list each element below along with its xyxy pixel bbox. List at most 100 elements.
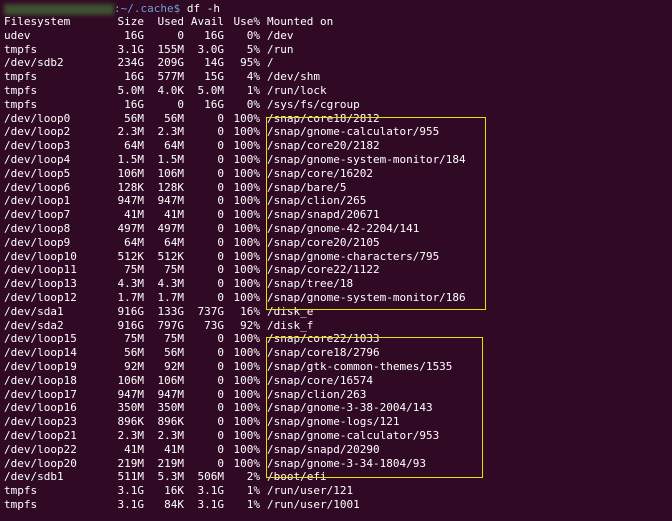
cell-used: 350M xyxy=(157,401,185,415)
cell-filesystem: /dev/loop13 xyxy=(4,277,77,291)
df-row: tmpfs 5.0M 4.0K 5.0M 1% /run/lock xyxy=(4,84,466,98)
cell-mount-point: /run xyxy=(267,42,294,56)
cell-use-percent: 100% xyxy=(233,346,261,360)
cell-used: 128K xyxy=(157,180,185,194)
cell-size: 128K xyxy=(117,180,145,194)
cell-used: 92M xyxy=(164,359,184,373)
cell-used: 133G xyxy=(157,304,185,318)
cell-size: 511M xyxy=(117,470,145,484)
cell-avail: 0 xyxy=(217,249,224,263)
cell-mount-point: /snap/core/16574 xyxy=(267,373,373,387)
df-row: tmpfs 16G 577M 15G 4% /dev/shm xyxy=(4,70,466,84)
cell-mount-point: /snap/gnome-calculator/953 xyxy=(267,428,440,442)
cell-used: 4.3M xyxy=(157,277,185,291)
cell-mount-point: /snap/snapd/20671 xyxy=(267,208,380,222)
cell-filesystem: /dev/loop7 xyxy=(4,208,71,222)
df-row: /dev/loop4 1.5M 1.5M 0 100% /snap/gnome-syste… xyxy=(4,153,466,167)
cell-use-percent: 100% xyxy=(233,373,261,387)
df-row: /dev/loop18 106M 106M 0 100% /snap/core/16574 xyxy=(4,374,466,388)
cell-size: 3.1G xyxy=(117,42,145,56)
cell-size: 16G xyxy=(124,97,144,111)
cell-avail: 0 xyxy=(217,139,224,153)
cell-size: 916G xyxy=(117,318,145,332)
cell-mount-point: /snap/bare/5 xyxy=(267,180,347,194)
cell-mount-point: /snap/core/16202 xyxy=(267,166,373,180)
cell-mount-point: / xyxy=(267,56,274,70)
cell-size: 5.0M xyxy=(117,83,145,97)
cell-use-percent: 1% xyxy=(246,497,260,511)
cell-mount-point: /snap/core22/1033 xyxy=(267,332,380,346)
cell-size: 16G xyxy=(124,70,144,84)
cell-avail: 16G xyxy=(204,28,224,42)
cell-use-percent: 100% xyxy=(233,208,261,222)
cell-used: 16K xyxy=(164,484,184,498)
cell-used: 106M xyxy=(157,373,185,387)
prompt-path: :~/.cache$ xyxy=(114,2,181,15)
cell-used: 0 xyxy=(177,97,184,111)
cell-filesystem: /dev/loop22 xyxy=(4,442,77,456)
cell-size: 4.3M xyxy=(117,277,145,291)
df-row: /dev/loop23 896K 896K 0 100% /snap/gnome-logs… xyxy=(4,415,466,429)
redacted-user-host xyxy=(4,3,114,15)
cell-size: 56M xyxy=(124,111,144,125)
df-row: /dev/loop15 75M 75M 0 100% /snap/core22/1033 xyxy=(4,332,466,346)
cell-mount-point: /snap/gnome-42-2204/141 xyxy=(267,221,420,235)
cell-avail: 0 xyxy=(217,359,224,373)
header-filesystem: Filesystem xyxy=(4,15,71,28)
cell-size: 2.3M xyxy=(117,428,145,442)
cell-size: 896K xyxy=(117,415,145,429)
cell-use-percent: 100% xyxy=(233,152,261,166)
df-row: udev 16G 0 16G 0% /dev xyxy=(4,29,466,43)
cell-use-percent: 100% xyxy=(233,442,261,456)
df-row: /dev/sdb2 234G 209G 14G 95% / xyxy=(4,56,466,70)
df-row: tmpfs 3.1G 84K 3.1G 1% /run/user/1001 xyxy=(4,498,466,512)
cell-use-percent: 4% xyxy=(246,70,260,84)
cell-size: 512K xyxy=(117,249,145,263)
cell-avail: 0 xyxy=(217,194,224,208)
header-avail: Avail xyxy=(190,15,224,28)
cell-use-percent: 16% xyxy=(240,304,260,318)
cell-mount-point: /sys/fs/cgroup xyxy=(267,97,360,111)
cell-size: 497M xyxy=(117,221,145,235)
df-row: /dev/loop0 56M 56M 0 100% /snap/core18/2812 xyxy=(4,112,466,126)
cell-used: 41M xyxy=(164,208,184,222)
cell-size: 41M xyxy=(124,208,144,222)
cell-used: 797G xyxy=(157,318,185,332)
df-row: /dev/loop10 512K 512K 0 100% /snap/gnome-char… xyxy=(4,250,466,264)
cell-mount-point: /boot/efi xyxy=(267,470,327,484)
cell-filesystem: tmpfs xyxy=(4,83,38,97)
cell-use-percent: 100% xyxy=(233,221,261,235)
header-size: Size xyxy=(117,15,145,28)
cell-size: 92M xyxy=(124,359,144,373)
cell-avail: 0 xyxy=(217,373,224,387)
cell-size: 16G xyxy=(124,28,144,42)
cell-use-percent: 1% xyxy=(246,83,260,97)
df-row: /dev/loop5 106M 106M 0 100% /snap/core/16202 xyxy=(4,167,466,181)
df-row: tmpfs 3.1G 155M 3.0G 5% /run xyxy=(4,43,466,57)
df-row: /dev/sda2 916G 797G 73G 92% /disk_f xyxy=(4,319,466,333)
df-row: /dev/loop3 64M 64M 0 100% /snap/core20/2182 xyxy=(4,139,466,153)
df-row: /dev/loop14 56M 56M 0 100% /snap/core18/2796 xyxy=(4,346,466,360)
cell-use-percent: 100% xyxy=(233,332,261,346)
cell-use-percent: 0% xyxy=(246,97,260,111)
terminal-window[interactable]: :~/.cache$ df -h Filesystem Size Used Av… xyxy=(0,0,672,521)
cell-mount-point: /run/user/121 xyxy=(267,484,354,498)
cell-size: 3.1G xyxy=(117,497,145,511)
cell-filesystem: /dev/sdb2 xyxy=(4,56,64,70)
cell-mount-point: /snap/gnome-characters/795 xyxy=(267,249,440,263)
cell-use-percent: 100% xyxy=(233,139,261,153)
cell-avail: 0 xyxy=(217,235,224,249)
cell-filesystem: /dev/loop10 xyxy=(4,249,77,263)
cell-avail: 14G xyxy=(204,56,224,70)
cell-avail: 0 xyxy=(217,277,224,291)
cell-avail: 0 xyxy=(217,401,224,415)
cell-used: 2.3M xyxy=(157,428,185,442)
cell-avail: 0 xyxy=(217,387,224,401)
cell-used: 4.0K xyxy=(157,83,185,97)
cell-size: 350M xyxy=(117,401,145,415)
cell-used: 2.3M xyxy=(157,125,185,139)
cell-size: 75M xyxy=(124,332,144,346)
df-row: /dev/loop11 75M 75M 0 100% /snap/core22/1122 xyxy=(4,263,466,277)
cell-size: 234G xyxy=(117,56,145,70)
cell-avail: 0 xyxy=(217,208,224,222)
